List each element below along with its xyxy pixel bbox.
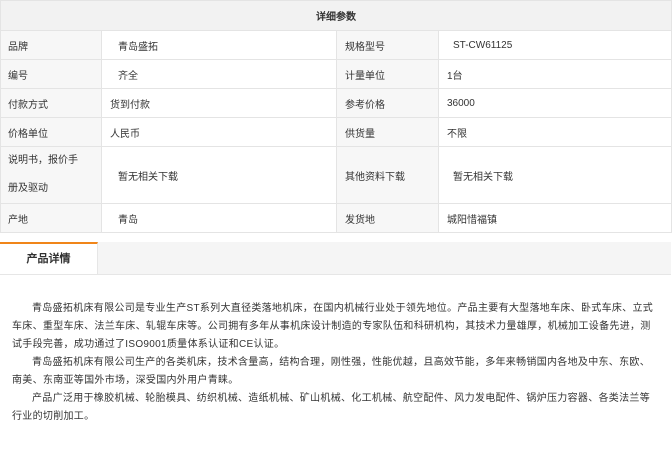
param-value-manual: 暂无相关下载	[101, 146, 337, 204]
detail-tab-bar: 产品详情	[0, 242, 671, 275]
param-key-origin: 产地	[0, 203, 102, 233]
param-value-supply: 不限	[438, 117, 672, 147]
parameters-table: 详细参数 品牌 青岛盛拓 规格型号 ST-CW61125 编号 齐全 计量单位 …	[0, 0, 672, 233]
tab-product-details[interactable]: 产品详情	[0, 242, 98, 274]
description-paragraph: 产品广泛用于橡胶机械、轮胎模具、纺织机械、造纸机械、矿山机械、化工机械、航空配件…	[12, 393, 650, 422]
param-value-model: ST-CW61125	[438, 30, 672, 60]
table-row: 说明书，报价手 册及驱动 暂无相关下载 其他资料下载 暂无相关下载	[0, 146, 672, 204]
param-key-manual-line1: 说明书，报价手	[8, 155, 78, 166]
param-value-price: 36000	[438, 88, 672, 118]
table-row: 产地 青岛 发货地 城阳惜福镇	[0, 203, 672, 233]
param-key-unit: 计量单位	[336, 59, 439, 89]
product-description: 青岛盛拓机床有限公司是专业生产ST系列大直径类落地机床，在国内机械行业处于领先地…	[12, 300, 660, 426]
parameters-header: 详细参数	[0, 0, 672, 31]
param-key-manual: 说明书，报价手 册及驱动	[0, 146, 102, 204]
param-key-price: 参考价格	[336, 88, 439, 118]
param-value-currency: 人民币	[101, 117, 337, 147]
param-value-payment: 货到付款	[101, 88, 337, 118]
param-key-manual-line2: 册及驱动	[8, 183, 48, 194]
param-key-brand: 品牌	[0, 30, 102, 60]
param-value-unit: 1台	[438, 59, 672, 89]
param-value-ship-from: 城阳惜福镇	[438, 203, 672, 233]
param-key-payment: 付款方式	[0, 88, 102, 118]
param-key-currency: 价格单位	[0, 117, 102, 147]
table-row: 品牌 青岛盛拓 规格型号 ST-CW61125	[0, 30, 672, 60]
table-row: 编号 齐全 计量单位 1台	[0, 59, 672, 89]
param-key-other-downloads: 其他资料下载	[336, 146, 439, 204]
param-key-number: 编号	[0, 59, 102, 89]
param-value-number: 齐全	[101, 59, 337, 89]
description-paragraph: 青岛盛拓机床有限公司是专业生产ST系列大直径类落地机床，在国内机械行业处于领先地…	[12, 303, 654, 350]
param-key-ship-from: 发货地	[336, 203, 439, 233]
param-value-origin: 青岛	[101, 203, 337, 233]
param-value-other-downloads: 暂无相关下载	[438, 146, 672, 204]
param-key-supply: 供货量	[336, 117, 439, 147]
table-row: 价格单位 人民币 供货量 不限	[0, 117, 672, 147]
description-paragraph: 青岛盛拓机床有限公司生产的各类机床，技术含量高，结构合理，刚性强，性能优越，且高…	[12, 357, 650, 386]
param-value-brand: 青岛盛拓	[101, 30, 337, 60]
table-row: 付款方式 货到付款 参考价格 36000	[0, 88, 672, 118]
param-key-model: 规格型号	[336, 30, 439, 60]
